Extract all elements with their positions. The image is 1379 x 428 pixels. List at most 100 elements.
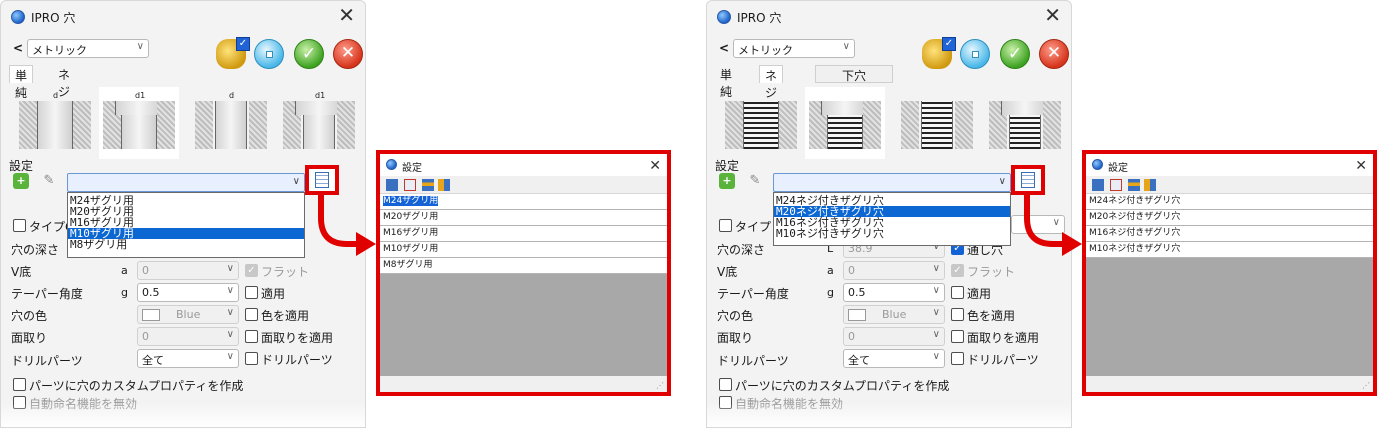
flat-checkbox[interactable]: ✓ <box>951 264 964 277</box>
delete-icon[interactable] <box>404 179 416 191</box>
sort-icon[interactable] <box>1128 179 1140 191</box>
chamfer-input[interactable]: 0 ∨ <box>137 327 239 346</box>
close-icon[interactable]: ✕ <box>649 156 661 176</box>
thumb-threaded-hole[interactable] <box>721 87 801 159</box>
color-select[interactable]: Blue ∨ <box>137 305 239 324</box>
drill-parts-select[interactable]: 全て ∨ <box>843 349 945 368</box>
close-icon[interactable]: ✕ <box>1355 156 1367 176</box>
add-setting-icon[interactable]: + <box>13 173 29 189</box>
popup-list-item[interactable]: M20ネジ付きザグリ穴 <box>1086 210 1373 226</box>
chamfer-label: 面取り <box>11 331 48 345</box>
material-graphic <box>73 101 91 149</box>
back-button[interactable]: < <box>13 41 23 55</box>
unit-select[interactable]: メトリック ∨ <box>27 39 149 58</box>
counterbore-graphic <box>821 101 869 115</box>
tab-simple[interactable]: 単純 <box>9 65 34 100</box>
save-icon[interactable] <box>386 179 398 191</box>
tab-thread[interactable]: ネジ穴 <box>759 65 784 117</box>
unit-select[interactable]: メトリック ∨ <box>733 39 855 58</box>
color-apply-checkbox[interactable] <box>951 308 964 321</box>
v-bottom-input[interactable]: 0 ∨ <box>843 261 945 280</box>
filter-icon[interactable] <box>1144 179 1156 191</box>
tab-pilot[interactable]: 下穴 <box>815 65 893 83</box>
taper-input[interactable]: 0.5 ∨ <box>137 283 239 302</box>
popup-list-item[interactable]: M10ネジ付きザグリ穴 <box>1086 242 1373 258</box>
right-dialog: IPRO 穴 ✕ < メトリック ∨ ✓ ✓ ✕ 単純 ネジ穴 下穴 設定 + … <box>706 0 1072 428</box>
add-setting-icon[interactable]: + <box>719 173 735 189</box>
options-button[interactable]: ✓ <box>922 37 956 69</box>
settings-combo[interactable]: ∨ <box>773 173 1011 192</box>
drill-parts-checkbox[interactable] <box>951 352 964 365</box>
back-button[interactable]: < <box>719 41 729 55</box>
popup-list: M24ネジ付きザグリ穴 M20ネジ付きザグリ穴 M16ネジ付きザグリ穴 M10ネ… <box>1086 194 1373 376</box>
close-icon[interactable]: ✕ <box>1044 5 1061 25</box>
edit-setting-icon[interactable]: ✎ <box>747 173 763 189</box>
stop-button[interactable] <box>960 39 990 69</box>
app-logo-icon <box>1092 159 1103 170</box>
settings-list-button[interactable] <box>1011 165 1045 195</box>
stop-icon <box>266 51 273 58</box>
ok-button[interactable]: ✓ <box>294 39 324 69</box>
type-checkbox[interactable] <box>13 219 26 232</box>
thumb-threaded-counterbore-hole[interactable] <box>805 87 885 159</box>
color-select[interactable]: Blue ∨ <box>843 305 945 324</box>
popup-list-item[interactable]: M8ザグリ用 <box>380 258 667 274</box>
chamfer-apply-checkbox[interactable] <box>951 330 964 343</box>
settings-combo[interactable]: ∨ <box>67 173 305 192</box>
dimension-label: d <box>53 91 59 100</box>
color-value: Blue <box>176 308 201 321</box>
cancel-x-icon: ✕ <box>340 43 356 63</box>
chamfer-input[interactable]: 0 ∨ <box>843 327 945 346</box>
taper-apply-checkbox[interactable] <box>951 286 964 299</box>
flat-checkbox[interactable]: ✓ <box>245 264 258 277</box>
tab-simple[interactable]: 単純 <box>715 65 737 99</box>
thumb-threaded-counterbore-countersink-hole[interactable] <box>985 87 1065 159</box>
taper-apply-checkbox[interactable] <box>245 286 258 299</box>
edit-setting-icon[interactable]: ✎ <box>41 173 57 189</box>
settings-list-button[interactable] <box>305 165 339 195</box>
custom-props-checkbox[interactable] <box>719 378 732 391</box>
popup-list-item[interactable]: M20ザグリ用 <box>380 210 667 226</box>
popup-list-item[interactable]: M24ネジ付きザグリ穴 <box>1086 194 1373 210</box>
resize-grip-icon[interactable]: ⋰ <box>1362 381 1370 390</box>
chevron-down-icon: ∨ <box>932 307 940 318</box>
dropdown-item[interactable]: M8ザグリ用 <box>68 239 304 250</box>
filter-icon[interactable] <box>438 179 450 191</box>
ok-button[interactable]: ✓ <box>1000 39 1030 69</box>
popup-list-item[interactable]: M10ザグリ用 <box>380 242 667 258</box>
custom-props-label: パーツに穴のカスタムプロパティを作成 <box>29 379 244 393</box>
stop-button[interactable] <box>254 39 284 69</box>
stop-icon <box>972 51 979 58</box>
tab-thread[interactable]: ネジ穴 <box>53 65 75 116</box>
chamfer-apply-checkbox[interactable] <box>245 330 258 343</box>
color-apply-checkbox[interactable] <box>245 308 258 321</box>
type-checkbox[interactable] <box>719 219 732 232</box>
settings-dropdown: M24ザグリ用 M20ザグリ用 M16ザグリ用 M10ザグリ用 M8ザグリ用 <box>67 192 305 258</box>
thumb-straight-hole[interactable]: d <box>15 87 95 159</box>
taper-value: 0.5 <box>142 286 160 299</box>
resize-grip-icon[interactable]: ⋰ <box>656 381 664 390</box>
popup-list-item[interactable]: M24ザグリ用 <box>380 194 667 210</box>
v-bottom-input[interactable]: 0 ∨ <box>137 261 239 280</box>
ok-check-icon: ✓ <box>1007 44 1023 64</box>
thumb-counterbore-countersink-hole[interactable]: d1 <box>279 87 359 159</box>
type-select[interactable]: ∨ <box>1011 215 1065 234</box>
close-icon[interactable]: ✕ <box>338 5 355 25</box>
taper-input[interactable]: 0.5 ∨ <box>843 283 945 302</box>
thumb-countersink-hole[interactable]: d <box>191 87 271 159</box>
popup-list-item[interactable]: M16ザグリ用 <box>380 226 667 242</box>
drill-parts-select[interactable]: 全て ∨ <box>137 349 239 368</box>
sort-icon[interactable] <box>422 179 434 191</box>
chamfer-value: 0 <box>142 330 149 343</box>
custom-props-checkbox[interactable] <box>13 378 26 391</box>
cancel-button[interactable]: ✕ <box>1039 39 1069 69</box>
thumb-counterbore-hole[interactable]: d1 <box>99 87 179 159</box>
drill-parts-checkbox[interactable] <box>245 352 258 365</box>
dropdown-item[interactable]: M10ネジ付きザグリ穴 <box>774 228 1010 239</box>
options-button[interactable]: ✓ <box>216 37 250 69</box>
popup-list-item[interactable]: M16ネジ付きザグリ穴 <box>1086 226 1373 242</box>
save-icon[interactable] <box>1092 179 1104 191</box>
cancel-button[interactable]: ✕ <box>333 39 363 69</box>
thumb-threaded-countersink-hole[interactable] <box>897 87 977 159</box>
delete-icon[interactable] <box>1110 179 1122 191</box>
